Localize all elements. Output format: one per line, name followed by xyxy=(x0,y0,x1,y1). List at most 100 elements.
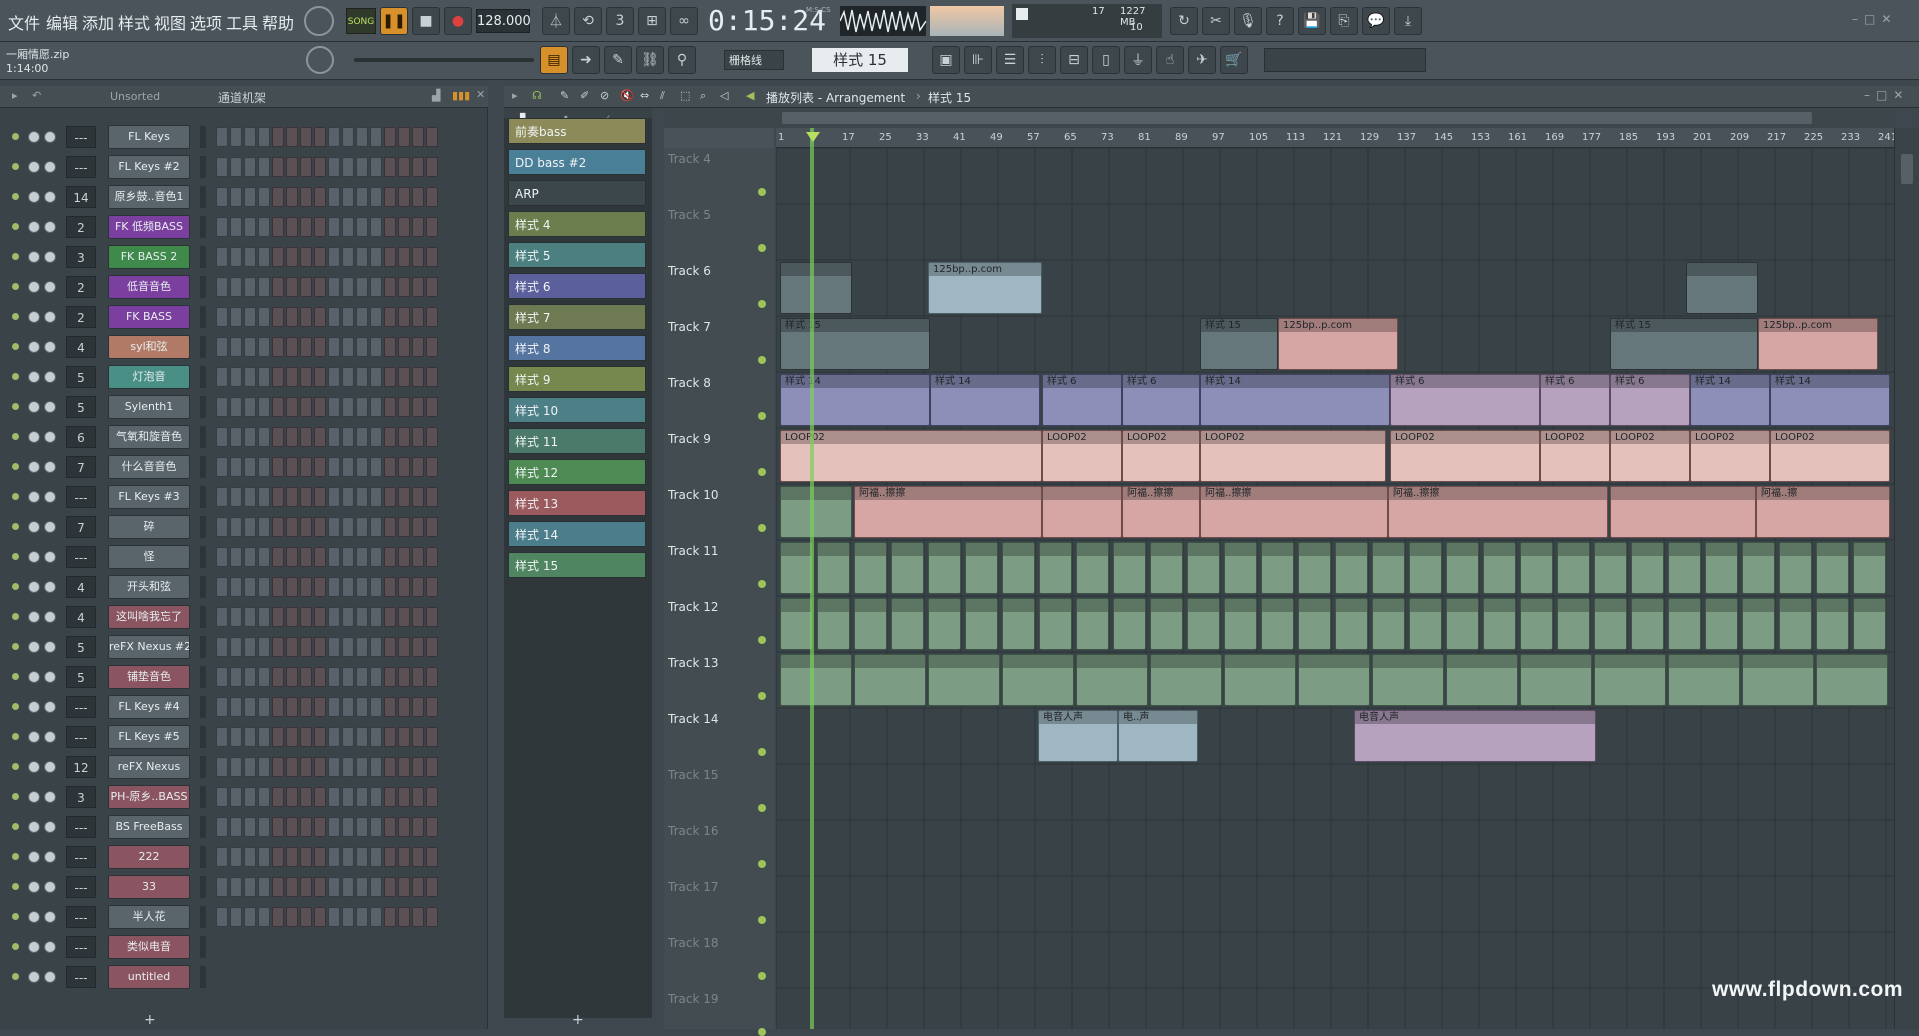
step-button[interactable] xyxy=(314,847,326,867)
step-button[interactable] xyxy=(384,907,396,927)
step-button[interactable] xyxy=(216,697,228,717)
step-button[interactable] xyxy=(426,247,438,267)
step-button[interactable] xyxy=(342,187,354,207)
step-button[interactable] xyxy=(300,187,312,207)
horizontal-scroll-thumb[interactable] xyxy=(782,112,1812,124)
loop-clip[interactable]: LOOP02 xyxy=(1390,430,1540,482)
step-button[interactable] xyxy=(356,787,368,807)
step-button[interactable] xyxy=(216,337,228,357)
drum-clip[interactable] xyxy=(1779,542,1812,594)
step-button[interactable] xyxy=(384,127,396,147)
undo-history-button[interactable]: ↻ xyxy=(1170,7,1198,35)
step-button[interactable] xyxy=(286,697,298,717)
track-name[interactable]: Track 12 xyxy=(668,600,718,614)
drum-clip[interactable] xyxy=(1631,598,1664,650)
step-button[interactable] xyxy=(328,547,340,567)
step-button[interactable] xyxy=(342,487,354,507)
step-button[interactable] xyxy=(384,217,396,237)
audio-clip[interactable] xyxy=(780,486,852,538)
loop-clip[interactable]: LOOP02 xyxy=(1122,430,1200,482)
step-button[interactable] xyxy=(370,697,382,717)
step-button[interactable] xyxy=(272,127,284,147)
step-button[interactable] xyxy=(272,847,284,867)
picker-item[interactable]: 样式 9 xyxy=(508,366,646,392)
step-button[interactable] xyxy=(272,637,284,657)
step-button[interactable] xyxy=(356,847,368,867)
step-button[interactable] xyxy=(398,637,410,657)
track-mute-led[interactable] xyxy=(758,804,766,812)
channel-name-button[interactable]: 什么音音色 xyxy=(108,455,190,479)
drum-clip[interactable] xyxy=(817,598,850,650)
step-button[interactable] xyxy=(300,397,312,417)
step-button[interactable] xyxy=(258,157,270,177)
step-button[interactable] xyxy=(370,397,382,417)
channel-volume-knob[interactable] xyxy=(44,161,56,173)
step-button[interactable] xyxy=(398,757,410,777)
channel-mixer-track[interactable]: 4 xyxy=(66,576,96,598)
step-button[interactable] xyxy=(286,877,298,897)
loop-clip[interactable]: LOOP02 xyxy=(1770,430,1890,482)
step-button[interactable] xyxy=(216,277,228,297)
drum-clip[interactable] xyxy=(1853,598,1886,650)
step-button[interactable] xyxy=(244,427,256,447)
channel-pan-knob[interactable] xyxy=(28,191,40,203)
drum-clip[interactable] xyxy=(1668,654,1740,706)
channel-enable-led[interactable] xyxy=(12,583,19,590)
step-button[interactable] xyxy=(244,667,256,687)
step-button[interactable] xyxy=(272,727,284,747)
step-button[interactable] xyxy=(370,187,382,207)
drum-clip[interactable] xyxy=(1742,654,1814,706)
step-button[interactable] xyxy=(300,787,312,807)
step-button[interactable] xyxy=(244,277,256,297)
step-button[interactable] xyxy=(398,547,410,567)
channel-enable-led[interactable] xyxy=(12,133,19,140)
menu-file[interactable]: 文件 xyxy=(8,10,40,34)
step-button[interactable] xyxy=(384,547,396,567)
snap-selector[interactable]: 栅格线 xyxy=(724,50,784,70)
close-icon[interactable]: ✕ xyxy=(1881,12,1897,26)
step-button[interactable] xyxy=(272,307,284,327)
step-button[interactable] xyxy=(328,187,340,207)
step-button[interactable] xyxy=(370,487,382,507)
step-button[interactable] xyxy=(286,127,298,147)
step-button[interactable] xyxy=(244,517,256,537)
step-button[interactable] xyxy=(328,397,340,417)
channel-pan-knob[interactable] xyxy=(28,581,40,593)
drum-clip[interactable] xyxy=(780,598,813,650)
channel-select-indicator[interactable] xyxy=(200,276,206,298)
step-button[interactable] xyxy=(286,307,298,327)
track-name[interactable]: Track 7 xyxy=(668,320,711,334)
drum-clip[interactable] xyxy=(1076,598,1109,650)
step-button[interactable] xyxy=(272,427,284,447)
step-button[interactable] xyxy=(258,427,270,447)
step-button[interactable] xyxy=(342,877,354,897)
drum-clip[interactable] xyxy=(1372,654,1444,706)
step-button[interactable] xyxy=(258,187,270,207)
playlist-view-button[interactable]: ▤ xyxy=(540,46,568,74)
step-button[interactable] xyxy=(230,727,242,747)
playlist-window-controls[interactable]: –□✕ xyxy=(1864,88,1909,102)
channel-select-indicator[interactable] xyxy=(200,156,206,178)
channel-mixer-track[interactable]: 3 xyxy=(66,246,96,268)
step-button[interactable] xyxy=(412,577,424,597)
channel-name-button[interactable]: 灯泡音 xyxy=(108,365,190,389)
step-button[interactable] xyxy=(328,127,340,147)
step-button[interactable] xyxy=(370,277,382,297)
step-button[interactable] xyxy=(258,127,270,147)
channel-select-indicator[interactable] xyxy=(200,306,206,328)
step-button[interactable] xyxy=(230,457,242,477)
playlist-arrow-icon[interactable]: ▸ xyxy=(512,89,518,102)
picker-item[interactable]: 样式 8 xyxy=(508,335,646,361)
channel-select-indicator[interactable] xyxy=(200,516,206,538)
track-mute-led[interactable] xyxy=(758,188,766,196)
audio-clip[interactable]: 阿福..擦擦 xyxy=(1122,486,1200,538)
menu-help[interactable]: 帮助 xyxy=(262,10,294,34)
step-button[interactable] xyxy=(398,667,410,687)
step-button[interactable] xyxy=(398,217,410,237)
plugin-button[interactable]: ⎘ xyxy=(1330,7,1358,35)
picker-item[interactable]: 样式 10 xyxy=(508,397,646,423)
rack-graph-icon[interactable]: ▟ xyxy=(432,89,440,102)
pattern-clip[interactable]: 样式 14 xyxy=(1770,374,1890,426)
channel-pan-knob[interactable] xyxy=(28,941,40,953)
drum-clip[interactable] xyxy=(1076,654,1148,706)
